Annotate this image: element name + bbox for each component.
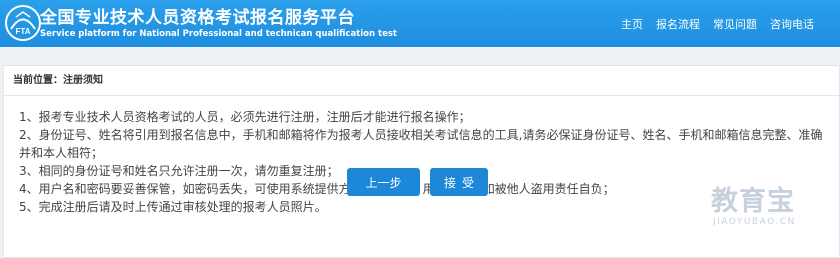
previous-step-button[interactable]: 上一步: [347, 168, 420, 196]
breadcrumb: 当前位置：注册须知: [4, 66, 839, 96]
notice-list: 1、报考专业技术人员资格考试的人员，必须先进行注册，注册后才能进行报名操作； 2…: [4, 96, 824, 216]
notice-item: 5、完成注册后请及时上传通过审核处理的报考人员照片。: [19, 200, 327, 214]
nav-hotline-link[interactable]: 咨询电话: [770, 16, 814, 32]
fta-logo-icon: FTA: [5, 5, 41, 41]
top-nav: 主页 报名流程 常见问题 咨询电话: [621, 16, 814, 32]
nav-faq-link[interactable]: 常见问题: [713, 16, 757, 32]
accept-button[interactable]: 接受: [430, 168, 488, 196]
action-buttons: 上一步 接受: [347, 168, 488, 196]
registration-notice-panel: 当前位置：注册须知 1、报考专业技术人员资格考试的人员，必须先进行注册，注册后才…: [3, 65, 840, 258]
nav-process-link[interactable]: 报名流程: [656, 16, 700, 32]
site-subtitle: Service platform for National Profession…: [40, 29, 397, 39]
site-title: 全国专业技术人员资格考试报名服务平台: [40, 8, 355, 28]
breadcrumb-prefix: 当前位置：: [13, 75, 63, 86]
logo-text: FTA: [16, 27, 31, 36]
notice-item: 1、报考专业技术人员资格考试的人员，必须先进行注册，注册后才能进行报名操作；: [19, 110, 471, 124]
breadcrumb-current: 注册须知: [63, 75, 103, 86]
site-header: FTA 全国专业技术人员资格考试报名服务平台 Service platform …: [0, 0, 840, 47]
nav-home-link[interactable]: 主页: [621, 16, 643, 32]
notice-item: 2、身份证号、姓名将引用到报名信息中，手机和邮箱将作为报考人员接收相关考试信息的…: [19, 128, 823, 160]
